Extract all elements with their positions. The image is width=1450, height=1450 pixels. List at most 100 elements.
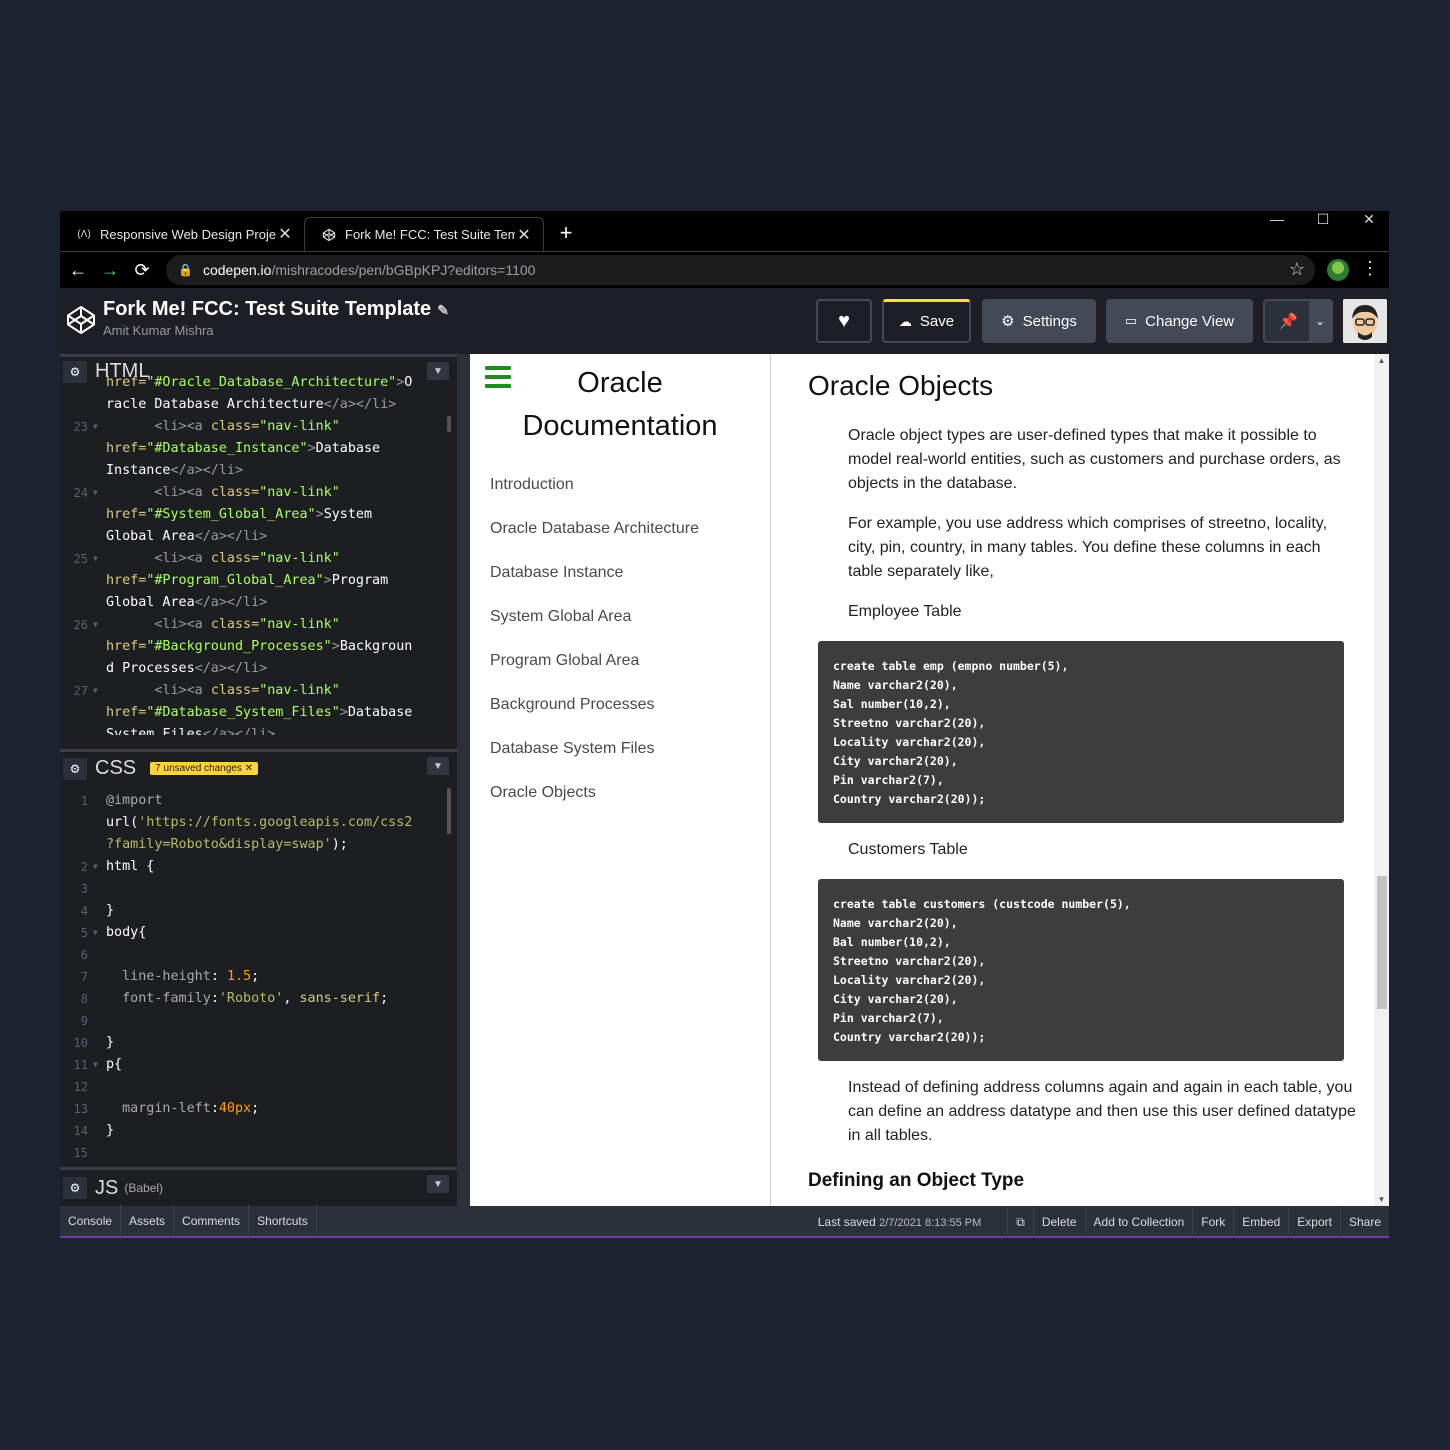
code-line[interactable]: 7 line-height: 1.5; bbox=[60, 966, 457, 988]
code-line[interactable]: 9 bbox=[60, 1010, 457, 1032]
code-line[interactable]: 24 ▼ <li><a class="nav-link" bbox=[60, 482, 457, 504]
fold-arrow-icon[interactable]: ▼ bbox=[93, 482, 98, 504]
share-button[interactable]: Share bbox=[1339, 1206, 1389, 1238]
forward-icon[interactable]: → bbox=[98, 258, 122, 282]
code-line[interactable]: 6 bbox=[60, 944, 457, 966]
editor-resize-handle[interactable] bbox=[457, 354, 470, 1206]
pen-title[interactable]: Fork Me! FCC: Test Suite Template ✎ bbox=[103, 298, 449, 321]
code-line[interactable]: 10} bbox=[60, 1032, 457, 1054]
code-line[interactable]: Instance</a></li> bbox=[60, 460, 457, 482]
close-tab-icon[interactable]: ✕ bbox=[515, 225, 533, 245]
nav-link-program-global-area[interactable]: Program Global Area bbox=[490, 652, 699, 696]
tab-responsive-web-design[interactable]: (Λ) Responsive Web Design Projects ✕ bbox=[60, 217, 304, 251]
browser-menu-icon[interactable]: ⋮ bbox=[1360, 258, 1380, 279]
code-line[interactable]: url('https://fonts.googleapis.com/css2 bbox=[60, 812, 457, 834]
code-line[interactable]: racle Database Architecture</a></li> bbox=[60, 394, 457, 416]
css-scrollbar[interactable] bbox=[447, 788, 451, 834]
code-line[interactable]: 14} bbox=[60, 1120, 457, 1142]
shortcuts-button[interactable]: Shortcuts bbox=[249, 1205, 317, 1237]
nav-link-system-global-area[interactable]: System Global Area bbox=[490, 608, 699, 652]
code-line[interactable]: 12 bbox=[60, 1076, 457, 1098]
code-line[interactable]: href="#Program_Global_Area">Program bbox=[60, 570, 457, 592]
code-line[interactable]: 8 font-family:'Roboto', sans-serif; bbox=[60, 988, 457, 1010]
code-line[interactable]: 11 ▼ p{ bbox=[60, 1054, 457, 1076]
code-line[interactable]: 15 bbox=[60, 1142, 457, 1164]
fold-arrow-icon[interactable]: ▼ bbox=[93, 680, 98, 702]
maximize-icon[interactable]: ☐ bbox=[1308, 211, 1338, 229]
nav-link-database-instance[interactable]: Database Instance bbox=[490, 564, 699, 608]
code-line[interactable]: Global Area</a></li> bbox=[60, 592, 457, 614]
edit-pencil-icon[interactable]: ✎ bbox=[437, 302, 449, 318]
code-line[interactable]: href="#Background_Processes">Backgroun bbox=[60, 636, 457, 658]
love-button[interactable]: ♥ bbox=[816, 299, 872, 343]
pen-author[interactable]: Amit Kumar Mishra bbox=[103, 323, 214, 338]
code-line[interactable]: 3 bbox=[60, 878, 457, 900]
scroll-down-icon[interactable]: ▼ bbox=[1374, 1195, 1389, 1204]
preview-scrollbar[interactable]: ▲ ▼ bbox=[1374, 354, 1389, 1206]
code-line[interactable]: System Files</a></li> bbox=[60, 724, 457, 735]
css-settings-gear-icon[interactable]: ⚙ bbox=[63, 757, 87, 780]
fork-button[interactable]: Fork bbox=[1192, 1206, 1233, 1238]
fold-arrow-icon[interactable]: ▼ bbox=[93, 416, 98, 438]
profile-avatar[interactable] bbox=[1327, 259, 1349, 281]
export-button[interactable]: Export bbox=[1288, 1206, 1340, 1238]
code-line[interactable]: href="#Database_System_Files">Database bbox=[60, 702, 457, 724]
scroll-up-icon[interactable]: ▲ bbox=[1374, 356, 1389, 365]
css-editor-header[interactable]: ⚙ CSS 7 unsaved changes ✕ ▼ bbox=[60, 749, 457, 785]
js-editor-header[interactable]: ⚙ JS (Babel) ▼ bbox=[60, 1167, 457, 1206]
code-line[interactable]: 4} bbox=[60, 900, 457, 922]
change-view-button[interactable]: ▭ Change View bbox=[1106, 299, 1253, 343]
fold-arrow-icon[interactable]: ▼ bbox=[93, 614, 98, 636]
nav-link-oracle-objects[interactable]: Oracle Objects bbox=[490, 784, 699, 828]
delete-button[interactable]: Delete bbox=[1032, 1206, 1085, 1238]
fold-arrow-icon[interactable]: ▼ bbox=[93, 922, 98, 944]
code-line[interactable]: href="#Oracle_Database_Architecture">O bbox=[60, 372, 457, 394]
code-line[interactable]: 26 ▼ <li><a class="nav-link" bbox=[60, 614, 457, 636]
user-avatar[interactable] bbox=[1343, 299, 1387, 343]
minimize-icon[interactable]: — bbox=[1262, 211, 1292, 229]
nav-link-background-processes[interactable]: Background Processes bbox=[490, 696, 699, 740]
preview-scroll-thumb[interactable] bbox=[1377, 876, 1387, 1009]
fold-arrow-icon[interactable]: ▼ bbox=[93, 856, 98, 878]
code-line[interactable]: href="#Database_Instance">Database bbox=[60, 438, 457, 460]
address-bar[interactable]: 🔒 codepen.io/mishracodes/pen/bGBpKPJ?edi… bbox=[166, 255, 1315, 285]
js-settings-gear-icon[interactable]: ⚙ bbox=[63, 1177, 87, 1199]
code-line[interactable]: 23 ▼ <li><a class="nav-link" bbox=[60, 416, 457, 438]
comments-button[interactable]: Comments bbox=[174, 1205, 250, 1237]
reload-icon[interactable]: ⟳ bbox=[130, 258, 154, 282]
save-button[interactable]: ☁ Save bbox=[882, 299, 971, 343]
hamburger-menu-icon[interactable] bbox=[485, 366, 511, 388]
close-window-icon[interactable]: ✕ bbox=[1354, 211, 1384, 229]
code-line[interactable]: 1 @import bbox=[60, 790, 457, 812]
html-code-editor[interactable]: href="#Oracle_Database_Architecture">O ra… bbox=[60, 372, 457, 735]
nav-link-introduction[interactable]: Introduction bbox=[490, 476, 699, 520]
nav-link-database-system-files[interactable]: Database System Files bbox=[490, 740, 699, 784]
code-line[interactable]: d Processes</a></li> bbox=[60, 658, 457, 680]
unsaved-changes-badge[interactable]: 7 unsaved changes ✕ bbox=[150, 762, 259, 775]
css-code-editor[interactable]: 1 @import url('https://fonts.googleapis.co… bbox=[60, 790, 457, 1164]
back-icon[interactable]: ← bbox=[66, 258, 90, 282]
new-tab-button[interactable]: + bbox=[554, 221, 578, 245]
close-tab-icon[interactable]: ✕ bbox=[276, 224, 294, 244]
assets-button[interactable]: Assets bbox=[121, 1205, 175, 1237]
open-external-icon[interactable]: ⧉ bbox=[1007, 1206, 1033, 1238]
chevron-down-icon[interactable]: ▼ bbox=[427, 757, 449, 775]
html-scrollbar[interactable] bbox=[447, 416, 451, 432]
code-line[interactable]: 5 ▼ body{ bbox=[60, 922, 457, 944]
code-line[interactable]: ?family=Roboto&display=swap'); bbox=[60, 834, 457, 856]
tab-fork-me[interactable]: Fork Me! FCC: Test Suite Template ✕ bbox=[304, 217, 544, 251]
code-line[interactable]: Global Area</a></li> bbox=[60, 526, 457, 548]
codepen-logo-icon[interactable] bbox=[65, 304, 97, 336]
code-line[interactable]: 13 margin-left:40px; bbox=[60, 1098, 457, 1120]
nav-link-oracle-database-architecture[interactable]: Oracle Database Architecture bbox=[490, 520, 699, 564]
fold-arrow-icon[interactable]: ▼ bbox=[93, 548, 98, 570]
fold-arrow-icon[interactable]: ▼ bbox=[93, 1054, 98, 1076]
settings-button[interactable]: ⚙ Settings bbox=[982, 299, 1096, 343]
chevron-down-icon[interactable]: ▼ bbox=[427, 1175, 449, 1193]
embed-button[interactable]: Embed bbox=[1233, 1206, 1288, 1238]
console-button[interactable]: Console bbox=[60, 1205, 122, 1237]
code-line[interactable]: href="#System_Global_Area">System bbox=[60, 504, 457, 526]
code-line[interactable]: 27 ▼ <li><a class="nav-link" bbox=[60, 680, 457, 702]
chevron-down-icon[interactable]: ⌄ bbox=[1309, 301, 1331, 341]
pin-button[interactable]: 📌 ⌄ bbox=[1263, 299, 1333, 343]
